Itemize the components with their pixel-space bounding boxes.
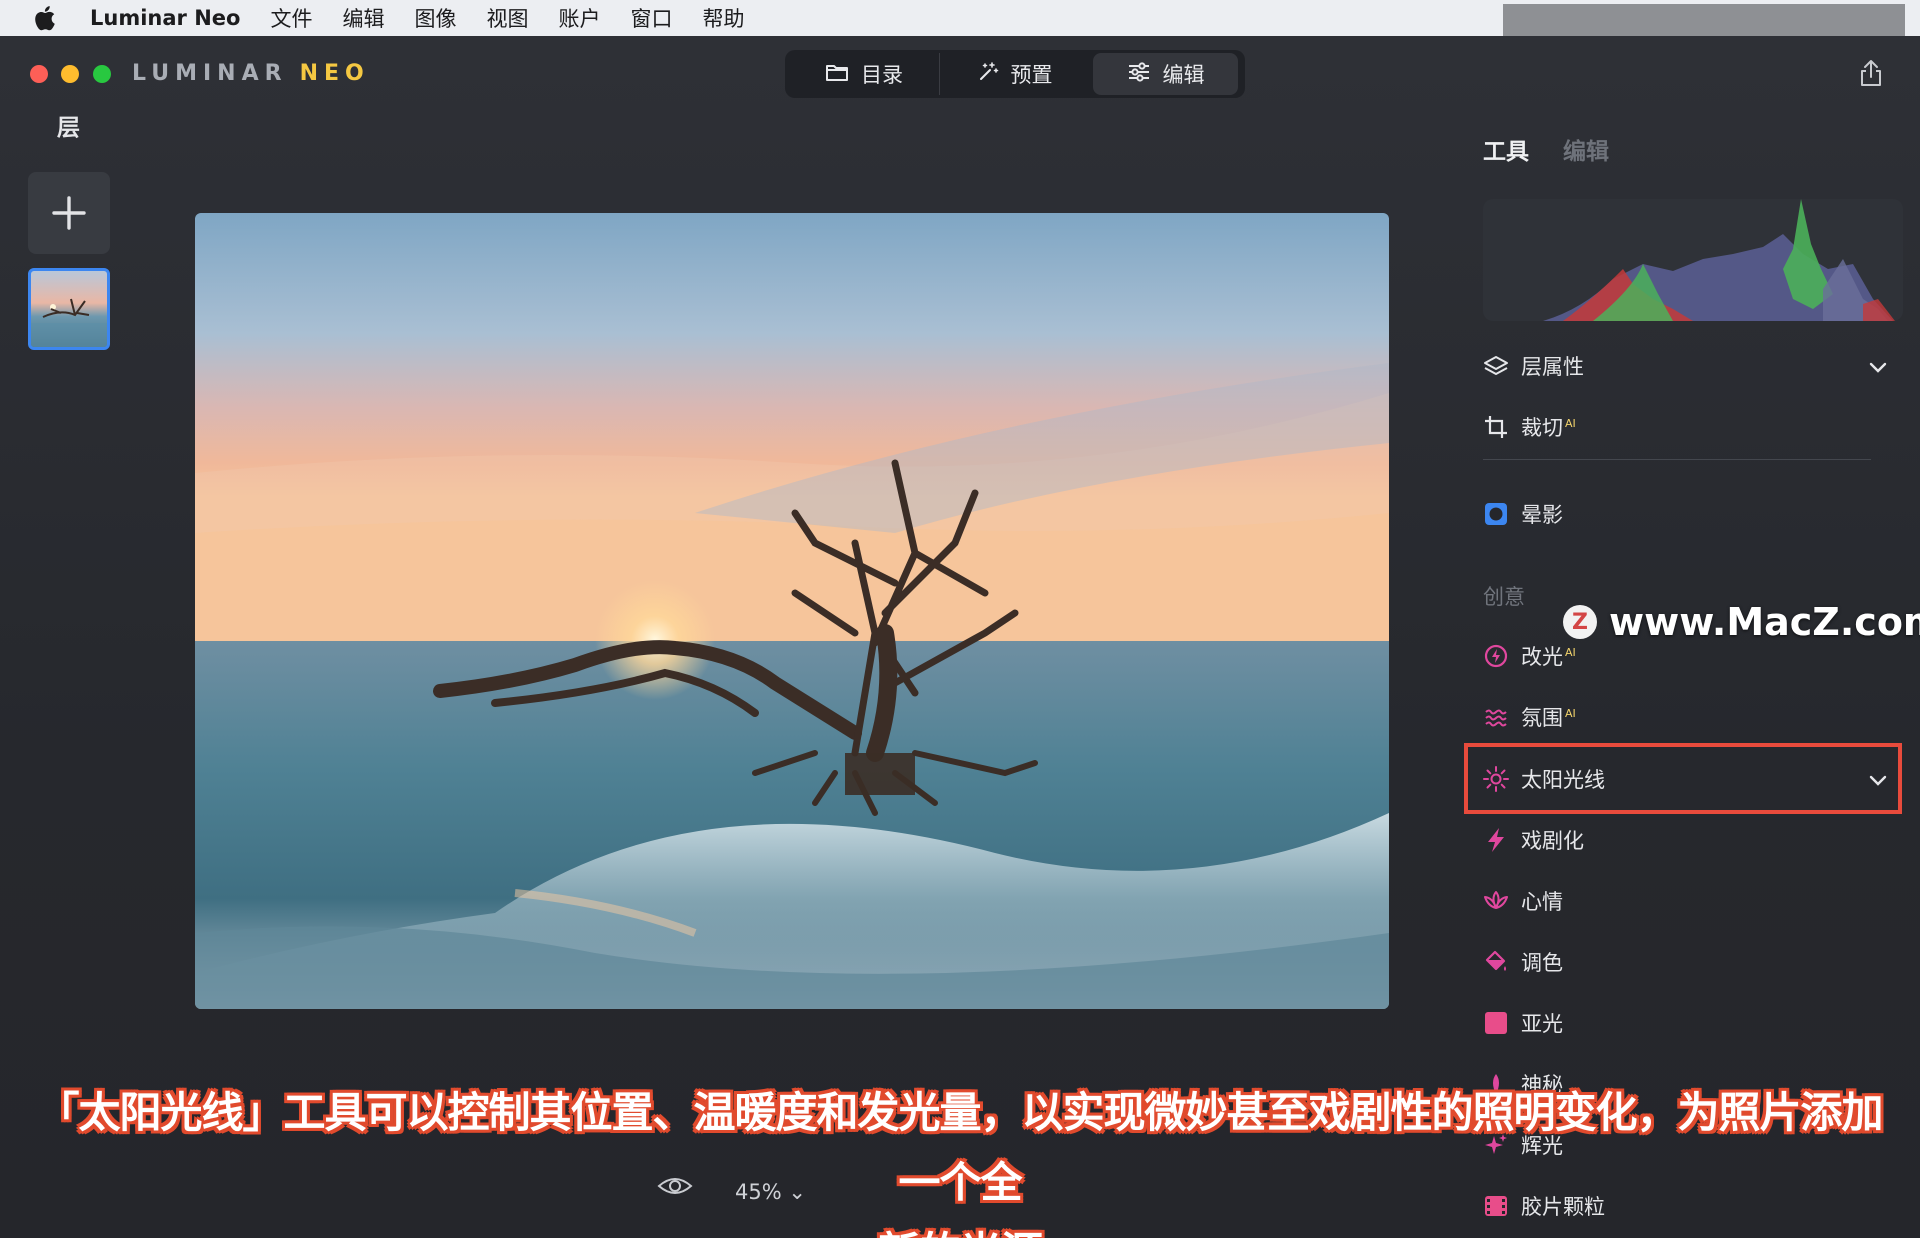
tab-presets[interactable]: 预置: [939, 53, 1089, 95]
tool-toning[interactable]: 调色: [1483, 947, 1563, 977]
tab-catalog[interactable]: 目录: [789, 53, 939, 95]
panel-divider: [1483, 459, 1871, 460]
brand-logo: LUMINAR NEO: [132, 61, 370, 86]
menu-window[interactable]: 窗口: [630, 3, 672, 33]
section-creative-label: 创意: [1483, 585, 1525, 609]
tool-mood[interactable]: 心情: [1483, 886, 1563, 916]
app-menu[interactable]: Luminar Neo: [90, 6, 240, 30]
crop-icon: [1483, 414, 1509, 440]
brand-luminar: LUMINAR: [132, 61, 288, 86]
histogram: [1483, 199, 1903, 321]
tool-sun-rays-label: 太阳光线: [1521, 768, 1605, 792]
chevron-down-icon[interactable]: [1869, 359, 1887, 378]
tool-vignette[interactable]: 晕影: [1483, 499, 1563, 529]
menu-account[interactable]: 账户: [558, 3, 600, 33]
tool-atmosphere-label: 氛围 AI: [1521, 706, 1576, 730]
tutorial-caption: 「太阳光线」工具可以控制其位置、温暖度和发光量，以实现微妙甚至戏剧性的照明变化，…: [30, 1078, 1890, 1238]
tool-vignette-label: 晕影: [1521, 503, 1563, 527]
folder-icon: [825, 62, 849, 87]
relight-icon: [1483, 643, 1509, 669]
chevron-down-icon[interactable]: [1869, 772, 1887, 791]
watermark-logo: Z: [1563, 605, 1597, 639]
menu-bar: Luminar Neo 文件 编辑 图像 视图 账户 窗口 帮助: [0, 0, 1920, 38]
matte-icon: [1483, 1010, 1509, 1036]
right-panel-tabs: 工具 编辑: [1483, 132, 1609, 166]
close-window-button[interactable]: [30, 65, 48, 83]
apple-icon[interactable]: [0, 5, 90, 31]
tool-dramatic-label: 戏剧化: [1521, 829, 1584, 853]
menu-image[interactable]: 图像: [414, 3, 456, 33]
layers-icon: [1483, 353, 1509, 379]
tool-toning-label: 调色: [1521, 951, 1563, 975]
ai-badge: AI: [1565, 417, 1576, 430]
tool-crop-label: 裁切 AI: [1521, 416, 1576, 440]
menu-file[interactable]: 文件: [270, 3, 312, 33]
tool-matte-label: 亚光: [1521, 1012, 1563, 1036]
lightning-icon: [1483, 827, 1509, 853]
layer-thumbnail[interactable]: [28, 268, 110, 350]
tool-layer-properties[interactable]: 层属性: [1483, 351, 1584, 381]
tab-edits[interactable]: 编辑: [1563, 132, 1609, 166]
tool-crop[interactable]: 裁切 AI: [1483, 412, 1576, 442]
vignette-icon: [1483, 501, 1509, 527]
tab-edit[interactable]: 编辑: [1093, 53, 1238, 95]
tool-relight[interactable]: 改光 AI: [1483, 641, 1576, 671]
photo-canvas[interactable]: [195, 213, 1389, 1009]
layers-panel-title: 层: [57, 115, 80, 141]
share-icon[interactable]: [1858, 58, 1884, 92]
ai-badge: AI: [1565, 707, 1576, 720]
lotus-icon: [1483, 888, 1509, 914]
tool-relight-label: 改光 AI: [1521, 645, 1576, 669]
tab-edit-label: 编辑: [1162, 63, 1205, 87]
plus-icon: [52, 196, 86, 230]
mode-switcher: 目录 预置 编辑: [785, 50, 1245, 98]
tab-catalog-label: 目录: [861, 63, 903, 87]
tool-mood-label: 心情: [1521, 890, 1563, 914]
ai-badge: AI: [1565, 646, 1576, 659]
menu-edit[interactable]: 编辑: [342, 3, 384, 33]
add-layer-button[interactable]: [28, 172, 110, 254]
caption-line-2: 新的光源: [30, 1218, 1890, 1238]
tab-presets-label: 预置: [1010, 63, 1053, 87]
menubar-status-area: [1503, 4, 1905, 38]
menu-help[interactable]: 帮助: [702, 3, 744, 33]
sun-rays-icon: [1483, 766, 1509, 792]
tool-dramatic[interactable]: 戏剧化: [1483, 825, 1584, 855]
tool-atmosphere[interactable]: 氛围 AI: [1483, 702, 1576, 732]
minimize-window-button[interactable]: [61, 65, 79, 83]
caption-line-1: 「太阳光线」工具可以控制其位置、温暖度和发光量，以实现微妙甚至戏剧性的照明变化，…: [37, 1088, 1883, 1207]
tab-tools[interactable]: 工具: [1483, 132, 1529, 166]
tool-matte[interactable]: 亚光: [1483, 1008, 1563, 1038]
sliders-icon: [1127, 61, 1151, 87]
paint-bucket-icon: [1483, 949, 1509, 975]
magic-wand-icon: [977, 61, 999, 88]
tool-sun-rays[interactable]: 太阳光线: [1483, 764, 1605, 794]
atmosphere-icon: [1483, 704, 1509, 730]
zoom-window-button[interactable]: [93, 65, 111, 83]
watermark-text: www.MacZ.com: [1609, 600, 1920, 644]
watermark: Z www.MacZ.com: [1563, 600, 1920, 644]
menu-view[interactable]: 视图: [486, 3, 528, 33]
brand-neo: NEO: [299, 61, 370, 86]
tool-layer-properties-label: 层属性: [1521, 355, 1584, 379]
